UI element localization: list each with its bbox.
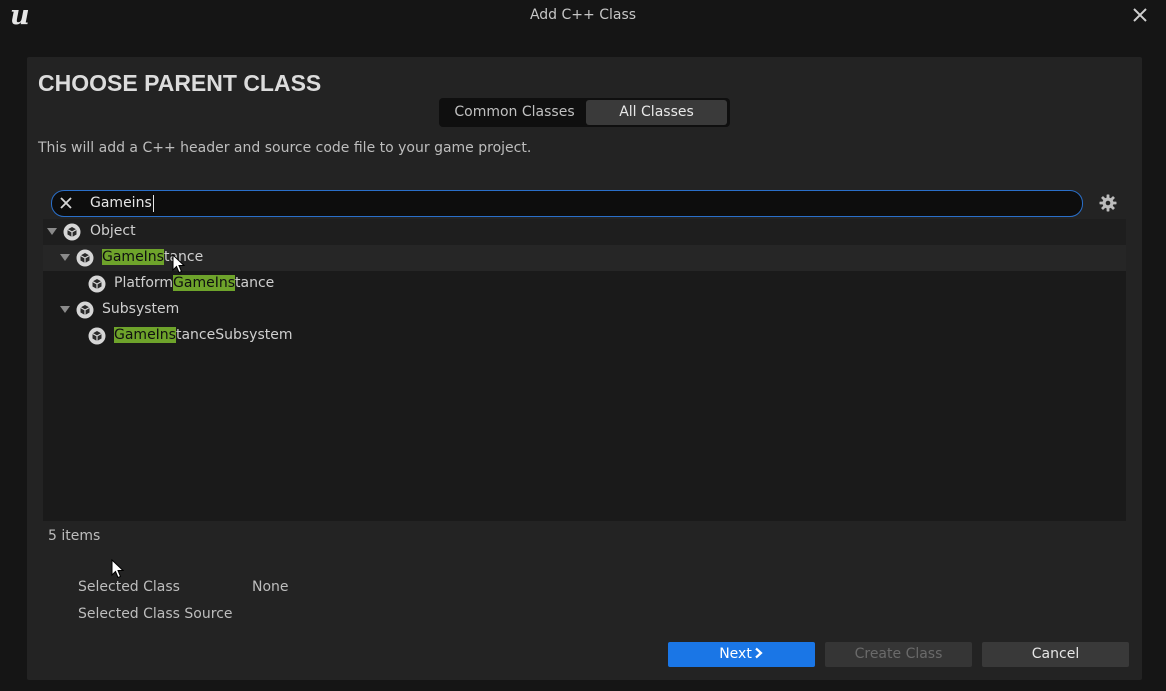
tab-all-classes[interactable]: All Classes — [586, 100, 727, 125]
create-class-button[interactable]: Create Class — [825, 642, 972, 667]
item-count: 5 items — [48, 528, 101, 544]
tree-row-gameinstancesubsystem[interactable]: GameInstanceSubsystem — [43, 323, 1126, 349]
class-icon — [76, 249, 94, 267]
class-icon — [88, 327, 106, 345]
class-icon — [63, 223, 81, 241]
tree-row-gameinstance[interactable]: GameInstance — [43, 245, 1126, 271]
close-icon[interactable] — [1130, 5, 1150, 25]
gear-icon[interactable] — [1098, 193, 1118, 213]
class-icon — [76, 301, 94, 319]
search-value: Gameins — [90, 195, 152, 211]
chevron-right-icon — [755, 647, 763, 659]
expand-arrow-icon[interactable] — [60, 254, 70, 261]
description-text: This will add a C++ header and source co… — [38, 140, 532, 156]
tree-item-label: GameInstance — [102, 249, 204, 265]
search-input[interactable]: Gameins — [90, 191, 990, 216]
tree-row-platformgameinstance[interactable]: PlatformGameInstance — [43, 271, 1126, 297]
expand-arrow-icon[interactable] — [47, 228, 57, 235]
tree-item-label: PlatformGameInstance — [114, 275, 275, 291]
class-icon — [88, 275, 106, 293]
page-title: CHOOSE PARENT CLASS — [38, 70, 322, 96]
search-match-highlight: GameIns — [102, 249, 164, 265]
tree-item-label: Object — [90, 223, 136, 239]
tree-item-label: Subsystem — [102, 301, 180, 317]
window-title: Add C++ Class — [529, 7, 637, 23]
tree-row-subsystem[interactable]: Subsystem — [43, 297, 1126, 323]
selected-class-source-label: Selected Class Source — [78, 606, 233, 622]
next-button[interactable]: Next — [668, 642, 815, 667]
search-match-highlight: GameIns — [114, 327, 176, 343]
mouse-cursor-icon — [111, 559, 125, 579]
search-box[interactable]: Gameins — [51, 190, 1083, 217]
tab-common-classes[interactable]: Common Classes — [443, 100, 586, 125]
tree-row-object[interactable]: Object — [43, 219, 1126, 245]
selected-class-label: Selected Class — [78, 579, 180, 595]
search-match-highlight: GameIns — [173, 275, 236, 291]
cancel-button[interactable]: Cancel — [982, 642, 1129, 667]
expand-arrow-icon[interactable] — [60, 306, 70, 313]
text-caret — [152, 194, 154, 212]
selected-class-value: None — [252, 579, 289, 595]
class-filter-tabs: Common Classes All Classes — [439, 98, 730, 127]
title-bar: u Add C++ Class — [0, 0, 1166, 32]
next-button-label: Next — [719, 646, 752, 662]
mouse-cursor-icon — [172, 254, 186, 274]
tree-item-label: GameInstanceSubsystem — [114, 327, 293, 343]
class-tree[interactable]: Object GameInstance PlatformGameInstance… — [43, 219, 1126, 521]
clear-search-icon[interactable] — [58, 195, 74, 211]
